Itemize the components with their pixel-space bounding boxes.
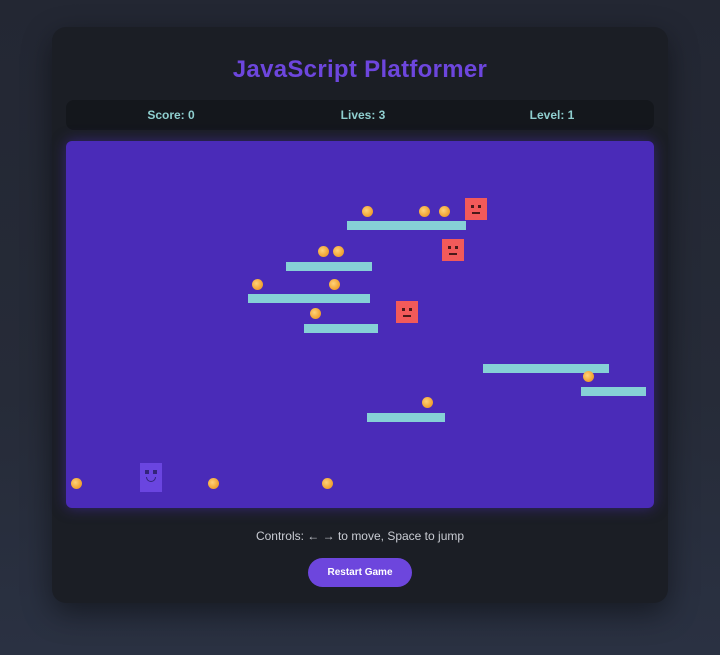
coin <box>419 206 430 217</box>
page-title: JavaScript Platformer <box>232 56 488 83</box>
score-display: Score: 0 <box>147 108 195 122</box>
platform <box>581 387 646 396</box>
game-canvas[interactable] <box>66 141 654 508</box>
lives-display: Lives: 3 <box>340 108 386 122</box>
platform <box>347 221 466 230</box>
platform <box>304 324 378 333</box>
coin <box>422 397 433 408</box>
enemy <box>396 301 418 323</box>
player-character <box>140 463 162 492</box>
coin <box>329 279 340 290</box>
restart-button[interactable]: Restart Game <box>308 558 412 587</box>
platform <box>286 262 372 271</box>
coin <box>208 478 219 489</box>
platform <box>248 294 370 303</box>
stats-bar: Score: 0 Lives: 3 Level: 1 <box>66 100 654 130</box>
enemy <box>442 239 464 261</box>
coin <box>583 371 594 382</box>
coin <box>362 206 373 217</box>
coin <box>310 308 321 319</box>
controls-hint: Controls: ← → to move, Space to jump <box>255 529 465 543</box>
coin <box>318 246 329 257</box>
coin <box>333 246 344 257</box>
enemy <box>465 198 487 220</box>
coin <box>252 279 263 290</box>
level-display: Level: 1 <box>529 108 575 122</box>
coin <box>439 206 450 217</box>
platform <box>367 413 445 422</box>
coin <box>71 478 82 489</box>
coin <box>322 478 333 489</box>
